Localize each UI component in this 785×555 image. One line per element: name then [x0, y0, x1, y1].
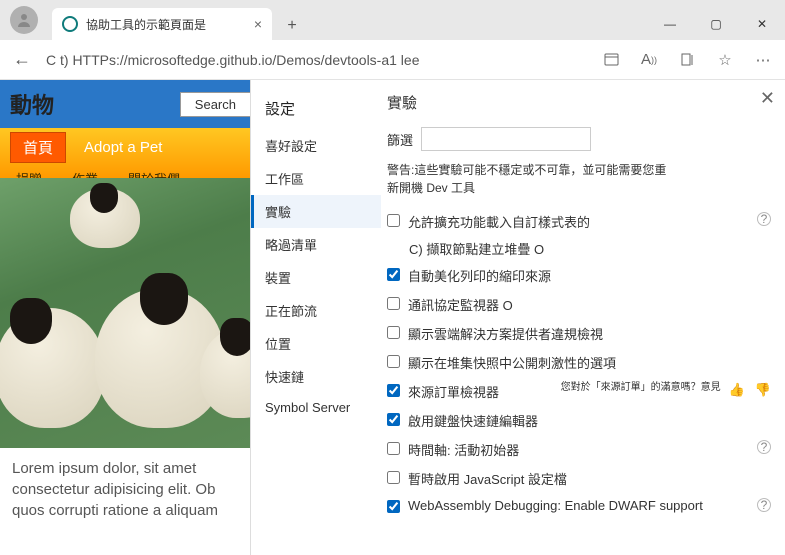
- browser-tab[interactable]: 協助工具的示範頁面是 ×: [52, 8, 272, 40]
- checkbox-source-order[interactable]: [387, 384, 400, 397]
- thumbs-up-icon[interactable]: 👍: [729, 382, 745, 398]
- collections-icon[interactable]: [673, 46, 701, 74]
- profile-avatar[interactable]: [10, 6, 38, 34]
- opt-wasm-dwarf: WebAssembly Debugging: Enable DWARF supp…: [387, 493, 771, 518]
- opt-show-cloud: 顯示雲端解決方案提供者違規檢視: [387, 319, 771, 348]
- opt-show-heap: 顯示在堆集快照中公開刺激性的選項: [387, 348, 771, 377]
- panel-close-button[interactable]: ✕: [760, 88, 775, 109]
- sidebar-item-shortcuts[interactable]: 快速鏈: [251, 360, 381, 393]
- checkbox-timeline[interactable]: [387, 442, 400, 455]
- help-icon[interactable]: ?: [757, 212, 771, 226]
- sidebar-item-workspace[interactable]: 工作區: [251, 162, 381, 195]
- checkbox-protocol-monitor[interactable]: [387, 297, 400, 310]
- tab-close-button[interactable]: ×: [254, 16, 262, 32]
- window-controls: — ▢ ✕: [647, 8, 785, 40]
- opt-source-order: 來源訂單檢視器 您對於「來源訂單」的滿意嗎？意見 👍 👎: [387, 377, 771, 406]
- home-link[interactable]: 首頁: [10, 132, 66, 163]
- checkbox-keyboard-editor[interactable]: [387, 413, 400, 426]
- opt-capture-stack: C) 擷取節點建立堆疊 O: [409, 236, 771, 261]
- checkbox-show-heap[interactable]: [387, 355, 400, 368]
- filter-input[interactable]: [421, 127, 591, 151]
- app-mode-icon[interactable]: [597, 46, 625, 74]
- settings-title: 設定: [251, 94, 381, 129]
- opt-pretty-print: 自動美化列印的縮印來源: [387, 261, 771, 290]
- window-titlebar: 協助工具的示範頁面是 × + — ▢ ✕: [0, 0, 785, 40]
- checkbox-allow-custom-css[interactable]: [387, 214, 400, 227]
- sidebar-item-ignore-list[interactable]: 略過清單: [251, 228, 381, 261]
- sidebar-item-symbol-server[interactable]: Symbol Server: [251, 393, 381, 422]
- opt-allow-custom-css: 允許擴充功能載入自訂樣式表的 ?: [387, 207, 771, 236]
- settings-sidebar: 設定 喜好設定 工作區 實驗 略過清單 裝置 正在節流 位置 快速鏈 Symbo…: [251, 80, 381, 555]
- read-aloud-icon[interactable]: A)): [635, 46, 663, 74]
- help-icon[interactable]: ?: [757, 498, 771, 512]
- checkbox-js-profile[interactable]: [387, 471, 400, 484]
- tab-title: 協助工具的示範頁面是: [86, 16, 246, 33]
- devtools-settings: 設定 喜好設定 工作區 實驗 略過清單 裝置 正在節流 位置 快速鏈 Symbo…: [250, 80, 785, 555]
- adopt-link[interactable]: Adopt a Pet: [84, 139, 162, 156]
- photo-caption: Lorem ipsum dolor, sit amet consectetur …: [0, 448, 250, 531]
- sidebar-item-preferences[interactable]: 喜好設定: [251, 129, 381, 162]
- help-icon[interactable]: ?: [757, 440, 771, 454]
- panel-title: 實驗: [387, 92, 771, 113]
- maximize-button[interactable]: ▢: [693, 8, 739, 40]
- sidebar-item-experiments[interactable]: 實驗: [251, 195, 381, 228]
- url-text[interactable]: C t) HTTPs://microsoftedge.github.io/Dem…: [46, 52, 587, 68]
- minimize-button[interactable]: —: [647, 8, 693, 40]
- opt-protocol-monitor: 通訊協定監視器 O: [387, 290, 771, 319]
- demo-page: 動物 Search 首頁 Adopt a Pet 捐贈 作業 關於我們 Lore…: [0, 80, 250, 555]
- edge-favicon-icon: [62, 16, 78, 32]
- sidebar-item-throttling[interactable]: 正在節流: [251, 294, 381, 327]
- checkbox-pretty-print[interactable]: [387, 268, 400, 281]
- feedback-text: 您對於「來源訂單」的滿意嗎？意見: [561, 382, 721, 394]
- sidebar-item-locations[interactable]: 位置: [251, 327, 381, 360]
- sheep-photo: [0, 178, 250, 448]
- sidebar-item-devices[interactable]: 裝置: [251, 261, 381, 294]
- content-area: 動物 Search 首頁 Adopt a Pet 捐贈 作業 關於我們 Lore…: [0, 80, 785, 555]
- page-logo: 動物: [10, 88, 54, 120]
- search-label[interactable]: Search: [180, 92, 250, 117]
- feedback-thumbs: 👍 👎: [729, 382, 771, 398]
- favorite-icon[interactable]: ☆: [711, 46, 739, 74]
- page-header: 動物 Search: [0, 80, 250, 128]
- experiments-panel: ✕ 實驗 篩選 警告:這些實驗可能不穩定或不可靠，並可能需要您重新開機 Dev …: [381, 80, 785, 555]
- filter-label: 篩選: [387, 130, 413, 149]
- checkbox-wasm-dwarf[interactable]: [387, 500, 400, 513]
- close-window-button[interactable]: ✕: [739, 8, 785, 40]
- page-nav: 首頁 Adopt a Pet 捐贈 作業 關於我們: [0, 128, 250, 178]
- address-bar: ← C t) HTTPs://microsoftedge.github.io/D…: [0, 40, 785, 80]
- checkbox-show-cloud[interactable]: [387, 326, 400, 339]
- warning-text: 警告:這些實驗可能不穩定或不可靠，並可能需要您重新開機 Dev 工具: [387, 161, 667, 197]
- opt-timeline: 時間軸: 活動初始器 ?: [387, 435, 771, 464]
- person-icon: [16, 12, 32, 28]
- back-button[interactable]: ←: [8, 49, 36, 70]
- opt-keyboard-editor: 啟用鍵盤快速鏈編輯器: [387, 406, 771, 435]
- more-menu-button[interactable]: ⋯: [749, 46, 777, 74]
- new-tab-button[interactable]: +: [278, 12, 306, 40]
- thumbs-down-icon[interactable]: 👎: [755, 382, 771, 398]
- opt-js-profile: 暫時啟用 JavaScript 設定檔: [387, 464, 771, 493]
